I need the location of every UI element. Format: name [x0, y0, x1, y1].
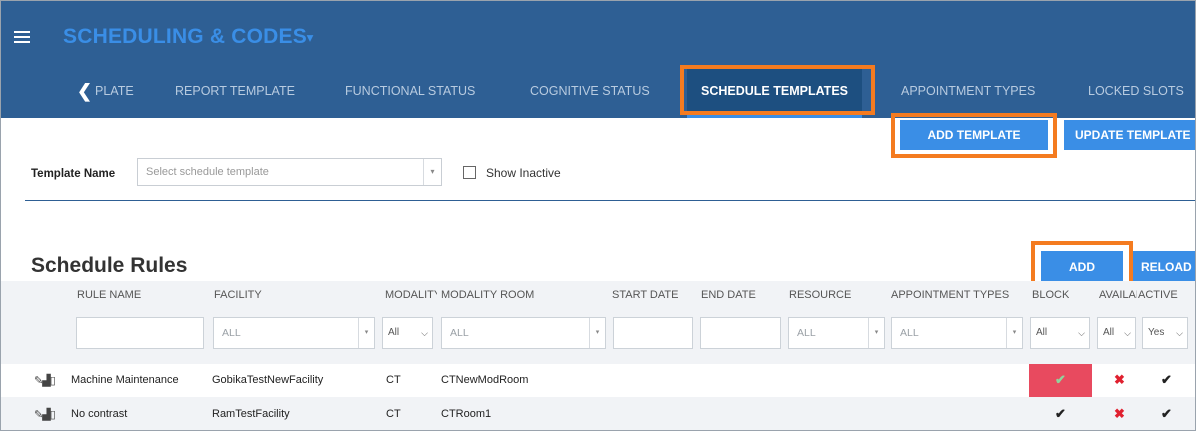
chevron-down-icon: ⌵	[1124, 328, 1131, 338]
col-rule-name[interactable]: RULE NAME	[77, 289, 141, 301]
filter-active-value: Yes	[1148, 327, 1165, 338]
cell-modality: CT	[386, 374, 401, 386]
block-check-icon: ✔	[1055, 372, 1066, 387]
col-modality[interactable]: MODALITY	[385, 289, 437, 301]
col-facility[interactable]: FACILITY	[214, 289, 262, 301]
filter-available-value: All	[1103, 327, 1115, 338]
delete-icon[interactable]: ▯	[50, 375, 56, 387]
row-actions: ✎▟▯	[34, 374, 56, 387]
filter-available-select[interactable]: All ⌵	[1097, 317, 1136, 349]
tab-bar: PLATE REPORT TEMPLATE FUNCTIONAL STATUS …	[1, 69, 1195, 118]
filter-rule-name-input[interactable]	[76, 317, 204, 349]
block-check-icon: ✔	[1055, 406, 1066, 421]
chevron-down-icon: ▾	[423, 159, 441, 185]
filter-modality-room-select[interactable]: ALL ▾	[441, 317, 606, 349]
hamburger-menu-icon[interactable]	[14, 31, 30, 43]
chevron-down-icon: ▾	[358, 318, 374, 348]
filter-appointment-types-value: ALL	[900, 327, 919, 339]
row-actions: ✎▟▯	[34, 408, 56, 421]
filter-facility-value: ALL	[222, 327, 241, 339]
add-rule-button[interactable]: ADD	[1041, 251, 1123, 284]
active-check-icon: ✔	[1161, 372, 1172, 387]
active-check-icon: ✔	[1161, 406, 1172, 421]
app-frame: SCHEDULING & CODES▾ ❮ PLATE REPORT TEMPL…	[0, 0, 1196, 431]
tab-locked-slots[interactable]: LOCKED SLOTS	[1088, 69, 1184, 113]
template-name-label: Template Name	[31, 168, 116, 180]
chevron-down-icon: ▾	[1006, 318, 1022, 348]
filter-end-date-input[interactable]	[700, 317, 781, 349]
col-modality-room[interactable]: MODALITY ROOM	[441, 289, 534, 301]
app-title-text: SCHEDULING & CODES	[63, 25, 307, 48]
col-active[interactable]: ACTIVE	[1138, 289, 1195, 301]
cell-modality-room: CTNewModRoom	[441, 374, 529, 386]
filter-active-select[interactable]: Yes ⌵	[1142, 317, 1188, 349]
cell-facility: RamTestFacility	[212, 408, 290, 420]
cell-modality: CT	[386, 408, 401, 420]
chevron-down-icon: ⌵	[1078, 328, 1085, 338]
show-inactive-checkbox[interactable]	[463, 166, 476, 179]
section-title: Schedule Rules	[31, 254, 188, 277]
edit-icon[interactable]: ✎	[34, 375, 43, 387]
col-available[interactable]: AVAILABLE	[1099, 289, 1137, 301]
filter-modality-select[interactable]: All ⌵	[382, 317, 433, 349]
table-row[interactable]: ✎▟▯ No contrast RamTestFacility CT CTRoo…	[1, 397, 1195, 430]
copy-icon[interactable]: ▟	[42, 375, 51, 387]
delete-icon[interactable]: ▯	[50, 409, 56, 421]
copy-icon[interactable]: ▟	[42, 409, 51, 421]
section-divider	[25, 200, 1195, 201]
tab-cognitive-status[interactable]: COGNITIVE STATUS	[530, 69, 650, 113]
cell-rule-name: Machine Maintenance	[71, 374, 179, 386]
col-start-date[interactable]: START DATE	[612, 289, 678, 301]
filter-appointment-types-select[interactable]: ALL ▾	[891, 317, 1023, 349]
template-name-placeholder: Select schedule template	[146, 166, 269, 178]
tab-plate[interactable]: PLATE	[95, 69, 134, 113]
col-block[interactable]: BLOCK	[1032, 289, 1069, 301]
template-name-select[interactable]: Select schedule template ▾	[137, 158, 442, 186]
cell-rule-name: No contrast	[71, 408, 128, 420]
update-template-button[interactable]: UPDATE TEMPLATE	[1064, 120, 1195, 150]
available-x-icon: ✖	[1114, 406, 1125, 421]
filter-block-value: All	[1036, 327, 1048, 338]
reload-button[interactable]: RELOAD	[1132, 251, 1195, 284]
table-row[interactable]: ✎▟▯ Machine Maintenance GobikaTestNewFac…	[1, 364, 1195, 397]
chevron-down-icon: ▾	[868, 318, 884, 348]
add-template-button[interactable]: ADD TEMPLATE	[900, 120, 1048, 150]
col-resource[interactable]: RESOURCE	[789, 289, 851, 301]
filter-resource-select[interactable]: ALL ▾	[788, 317, 885, 349]
available-x-icon: ✖	[1114, 372, 1125, 387]
filter-block-select[interactable]: All ⌵	[1030, 317, 1090, 349]
chevron-down-icon: ⌵	[1176, 328, 1183, 338]
filter-start-date-input[interactable]	[613, 317, 693, 349]
chevron-down-icon: ▾	[589, 318, 605, 348]
filter-facility-select[interactable]: ALL ▾	[213, 317, 375, 349]
tab-report-template[interactable]: REPORT TEMPLATE	[175, 69, 295, 113]
chevron-down-icon: ⌵	[421, 328, 428, 338]
tab-appointment-types[interactable]: APPOINTMENT TYPES	[901, 69, 1035, 113]
cell-modality-room: CTRoom1	[441, 408, 492, 420]
tab-schedule-templates[interactable]: SCHEDULE TEMPLATES	[687, 69, 862, 118]
col-end-date[interactable]: END DATE	[701, 289, 756, 301]
chevron-down-icon: ▾	[306, 30, 314, 45]
filter-modality-value: All	[388, 327, 400, 338]
show-inactive-label: Show Inactive	[486, 166, 561, 180]
app-title[interactable]: SCHEDULING & CODES▾	[63, 25, 313, 49]
cell-facility: GobikaTestNewFacility	[212, 374, 324, 386]
col-appointment-types[interactable]: APPOINTMENT TYPES	[891, 289, 1009, 301]
filter-resource-value: ALL	[797, 327, 816, 339]
edit-icon[interactable]: ✎	[34, 409, 43, 421]
filter-modality-room-value: ALL	[450, 327, 469, 339]
tab-functional-status[interactable]: FUNCTIONAL STATUS	[345, 69, 475, 113]
